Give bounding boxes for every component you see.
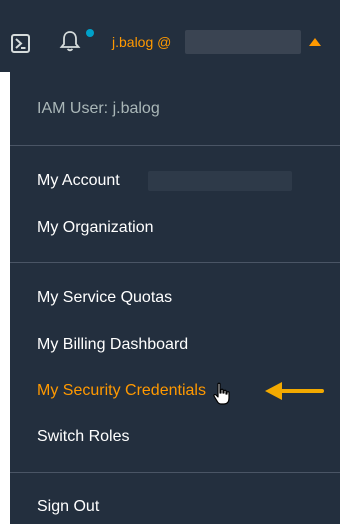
menu-divider xyxy=(10,472,340,473)
account-menu-button[interactable]: j.balog @ xyxy=(112,30,171,54)
my-account-link[interactable]: My Account xyxy=(37,171,120,191)
bell-icon[interactable] xyxy=(58,29,82,53)
my-billing-dashboard-link[interactable]: My Billing Dashboard xyxy=(37,335,188,355)
my-service-quotas-link[interactable]: My Service Quotas xyxy=(37,288,172,308)
left-arrow-icon xyxy=(265,382,324,400)
caret-up-icon[interactable] xyxy=(309,38,321,46)
pointer-hand-icon xyxy=(213,382,230,405)
my-security-credentials-link[interactable]: My Security Credentials xyxy=(37,381,206,401)
switch-roles-link[interactable]: Switch Roles xyxy=(37,427,129,447)
cloudshell-icon[interactable] xyxy=(11,34,30,53)
account-user-label: j.balog @ xyxy=(112,34,172,50)
redacted-account-id xyxy=(185,30,301,54)
notification-dot xyxy=(86,29,94,37)
my-organization-link[interactable]: My Organization xyxy=(37,218,154,238)
menu-divider xyxy=(10,262,340,263)
sign-out-link[interactable]: Sign Out xyxy=(37,497,99,517)
redacted-account-number xyxy=(148,171,292,191)
top-navigation-bar: j.balog @ xyxy=(0,0,340,72)
iam-user-info: IAM User: j.balog xyxy=(37,100,160,117)
menu-divider xyxy=(10,145,340,146)
